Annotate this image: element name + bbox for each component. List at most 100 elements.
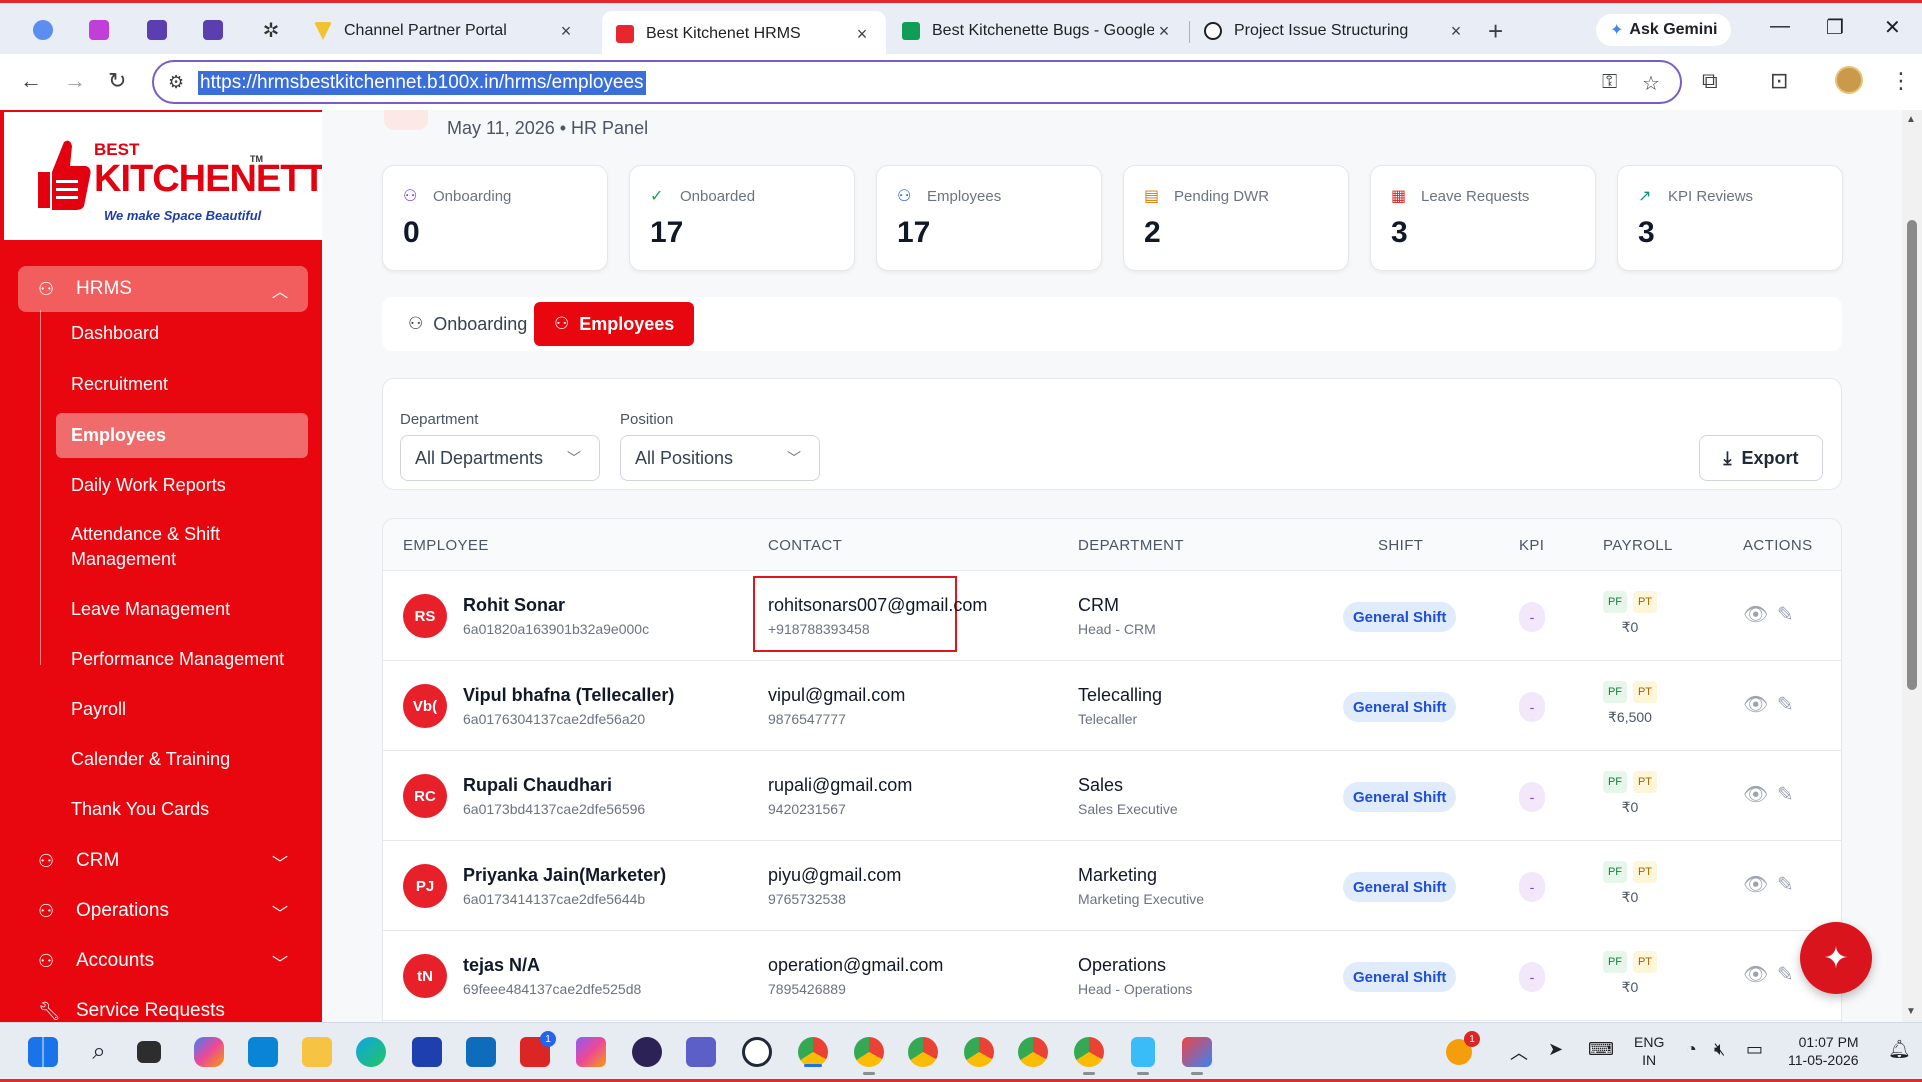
new-tab-button[interactable]: + (1488, 16, 1503, 47)
stat-card-employees[interactable]: ⚇ Employees 17 (876, 165, 1102, 271)
table-row[interactable]: RS Rohit Sonar 6a01820a163901b32a9e000c … (383, 571, 1841, 661)
volume-muted-icon[interactable]: 🔇︎ (1714, 1039, 1725, 1060)
employee-name[interactable]: Priyanka Jain(Marketer) (463, 865, 666, 886)
chevron-up-icon[interactable]: ︿ (1510, 1039, 1528, 1065)
start-button[interactable] (24, 1033, 62, 1071)
wifi-icon[interactable]: ◔ (1686, 1039, 1697, 1060)
notification-bell-icon[interactable]: 🔔︎ (1888, 1039, 1911, 1060)
file-explorer-app[interactable] (298, 1033, 336, 1071)
store-app[interactable] (408, 1033, 446, 1071)
position-select[interactable]: All Positions ﹀ (620, 435, 820, 481)
scroll-down-arrow-icon[interactable]: ▼ (1906, 1006, 1916, 1017)
sidebar-item-dashboard[interactable]: Dashboard (56, 314, 308, 352)
whatsapp-app[interactable] (738, 1033, 776, 1071)
tab-onboarding[interactable]: ⚇ Onboarding (388, 302, 547, 346)
pinned-tab-3[interactable] (142, 15, 172, 45)
language-indicator[interactable]: ENG IN (1634, 1033, 1664, 1069)
employee-name[interactable]: Rohit Sonar (463, 595, 565, 616)
sidebar-item-performance-management[interactable]: Performance Management (56, 640, 308, 678)
sidebar-item-operations[interactable]: ⚇ Operations ﹀ (18, 888, 308, 934)
chrome-app[interactable] (904, 1033, 942, 1071)
stat-card-onboarded[interactable]: ✓ Onboarded 17 (629, 165, 855, 271)
task-view-button[interactable] (130, 1033, 168, 1071)
sidebar-item-thank-you-cards[interactable]: Thank You Cards (56, 790, 308, 828)
edit-pencil-icon[interactable]: ✎ (1777, 692, 1794, 717)
pinned-tab-2[interactable] (84, 15, 114, 45)
menu-kebab-icon[interactable]: ⋮ (1890, 68, 1912, 94)
pinned-tab-1[interactable] (28, 15, 58, 45)
employee-name[interactable]: Rupali Chaudhari (463, 775, 612, 796)
tab-channel-partner[interactable]: Channel Partner Portal × (300, 11, 590, 51)
stat-card-pending-dwr[interactable]: ▤ Pending DWR 2 (1123, 165, 1349, 271)
eclipse-app[interactable] (628, 1033, 666, 1071)
reload-button[interactable]: ↻ (108, 68, 126, 94)
extensions-icon[interactable]: ⧉ (1702, 68, 1718, 94)
sidebar-item-payroll[interactable]: Payroll (56, 690, 308, 728)
vscode-app[interactable] (244, 1033, 282, 1071)
table-row[interactable]: tN tejas N/A 69feee484137cae2dfe525d8 op… (383, 931, 1841, 1021)
edit-pencil-icon[interactable]: ✎ (1777, 782, 1794, 807)
m365-app[interactable] (572, 1033, 610, 1071)
table-row[interactable]: Vb( Vipul bhafna (Tellecaller) 6a0176304… (383, 661, 1841, 751)
chrome-app[interactable] (1070, 1033, 1108, 1075)
close-icon[interactable]: × (556, 21, 576, 42)
employee-name[interactable]: tejas N/A (463, 955, 540, 976)
scroll-up-arrow-icon[interactable]: ▲ (1906, 114, 1916, 125)
edge-app[interactable] (352, 1033, 390, 1071)
tab-hrms[interactable]: Best Kitchenet HRMS × (602, 11, 886, 57)
ask-gemini-button[interactable]: ✦ Ask Gemini (1596, 14, 1732, 46)
view-eye-icon[interactable]: 👁︎ (1743, 602, 1768, 627)
table-row[interactable]: RC Rupali Chaudhari 6a0173bd4137cae2dfe5… (383, 751, 1841, 841)
send-icon[interactable]: ➤ (1548, 1039, 1563, 1060)
pinned-tab-4[interactable] (198, 15, 228, 45)
stat-card-onboarding[interactable]: ⚇ Onboarding 0 (382, 165, 608, 271)
tab-employees[interactable]: ⚇ Employees (534, 302, 695, 346)
scrollbar-thumb[interactable] (1907, 220, 1917, 690)
teams-app[interactable] (682, 1033, 720, 1071)
copilot-app[interactable] (190, 1033, 228, 1071)
ai-assistant-button[interactable]: ✦ (1800, 922, 1872, 994)
password-key-icon[interactable]: ⚿ (1602, 71, 1617, 94)
department-select[interactable]: All Departments ﹀ (400, 435, 600, 481)
edit-pencil-icon[interactable]: ✎ (1777, 602, 1794, 627)
view-eye-icon[interactable]: 👁︎ (1743, 782, 1768, 807)
close-window-button[interactable]: ✕ (1884, 15, 1901, 40)
chrome-app[interactable] (960, 1033, 998, 1071)
keyboard-icon[interactable]: ⌨ (1588, 1039, 1614, 1060)
chrome-app[interactable] (850, 1033, 888, 1075)
sidebar-item-crm[interactable]: ⚇ CRM ﹀ (18, 838, 308, 884)
notepad-app[interactable] (1124, 1033, 1162, 1075)
restore-button[interactable]: ❐ (1826, 15, 1844, 40)
battery-icon[interactable]: ▭ (1746, 1039, 1763, 1060)
view-eye-icon[interactable]: 👁︎ (1743, 692, 1768, 717)
site-info-icon[interactable]: ⚙ (168, 72, 184, 93)
l-app[interactable]: 1 (516, 1031, 556, 1071)
tab-project-issue[interactable]: Project Issue Structuring × (1190, 11, 1480, 51)
export-button[interactable]: ⤓ Export (1699, 435, 1823, 481)
sidebar-item-recruitment[interactable]: Recruitment (56, 365, 308, 403)
bookmark-star-icon[interactable]: ☆ (1642, 71, 1660, 96)
tab-bugs-sheet[interactable]: Best Kitchenette Bugs - Google × (888, 11, 1188, 51)
profile-avatar[interactable] (1835, 66, 1863, 94)
sidebar-item-daily-work-reports[interactable]: Daily Work Reports (56, 466, 308, 504)
sidebar-item-service-requests[interactable]: 🔧︎ Service Requests (18, 988, 308, 1022)
system-clock[interactable]: 01:07 PM 11-05-2026 (1788, 1033, 1859, 1069)
chrome-app-active[interactable] (794, 1033, 832, 1071)
stat-card-kpi-reviews[interactable]: ↗ KPI Reviews 3 (1617, 165, 1843, 271)
close-icon[interactable]: × (1446, 21, 1466, 42)
url-text[interactable]: https://hrmsbestkitchennet.b100x.in/hrms… (198, 71, 646, 95)
chrome-app[interactable] (1014, 1033, 1052, 1071)
close-icon[interactable]: × (852, 24, 872, 45)
outlook-app[interactable] (462, 1033, 500, 1071)
paint-app[interactable] (1178, 1033, 1216, 1075)
minimize-button[interactable]: — (1770, 15, 1790, 38)
employee-name[interactable]: Vipul bhafna (Tellecaller) (463, 685, 674, 706)
forward-button[interactable]: → (64, 68, 86, 94)
edit-pencil-icon[interactable]: ✎ (1777, 872, 1794, 897)
stat-card-leave-requests[interactable]: ▦ Leave Requests 3 (1370, 165, 1596, 271)
address-bar[interactable]: ⚙ https://hrmsbestkitchennet.b100x.in/hr… (152, 60, 1682, 104)
pinned-tab-5[interactable]: ✲ (256, 15, 286, 45)
sidebar-item-employees[interactable]: Employees (56, 413, 308, 458)
page-scrollbar[interactable]: ▲ ▼ (1902, 110, 1922, 1022)
search-button[interactable]: ⌕ (80, 1033, 118, 1071)
